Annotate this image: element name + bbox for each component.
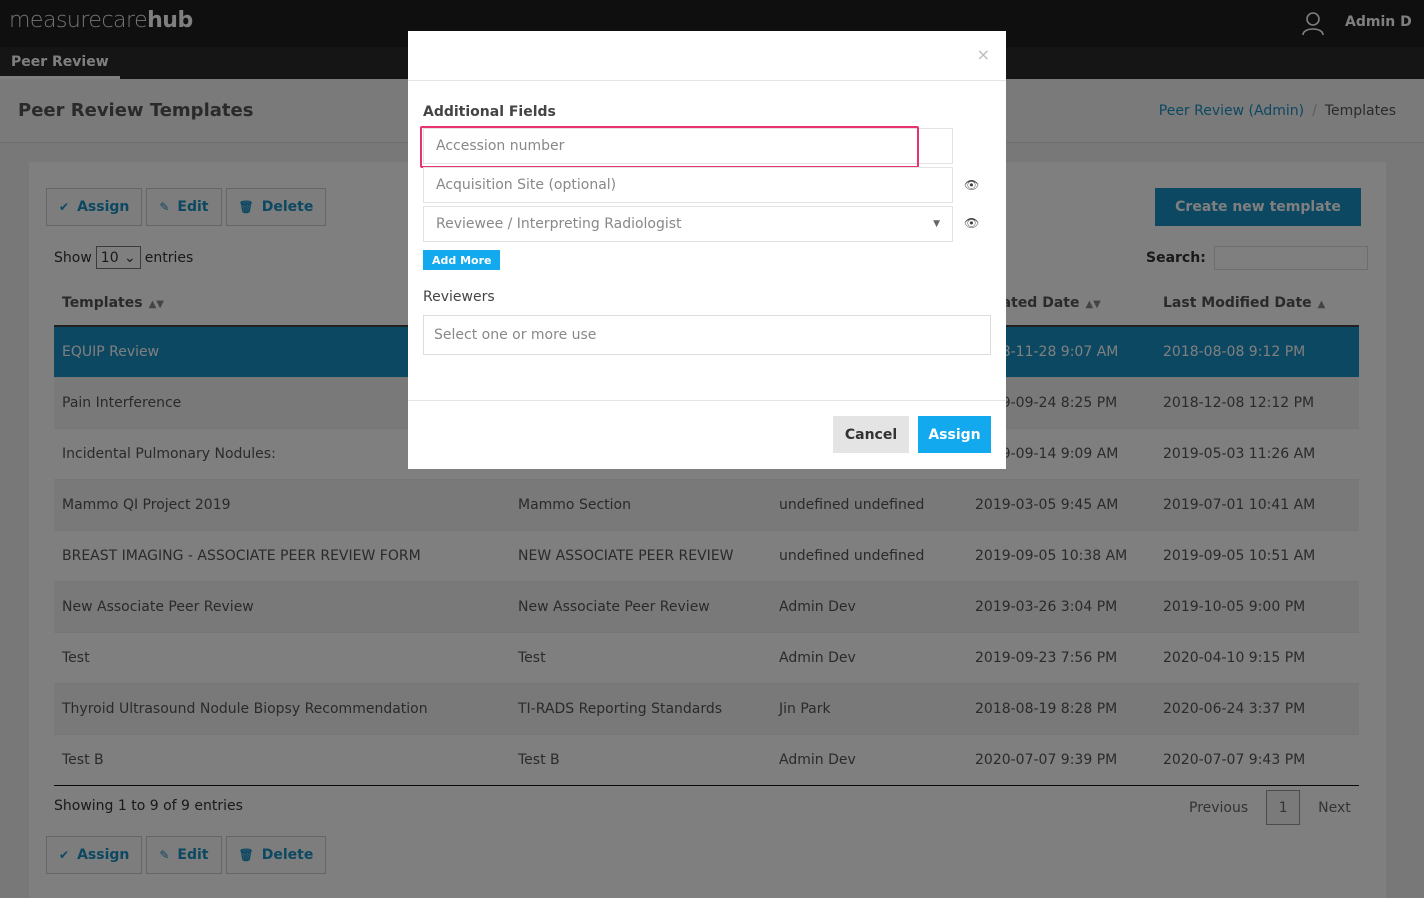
caret-down-icon: ▼ xyxy=(933,219,940,229)
additional-fields-label: Additional Fields xyxy=(423,104,556,120)
acquisition-site-field[interactable]: Acquisition Site (optional) xyxy=(423,167,953,203)
reviewers-input[interactable]: Select one or more use xyxy=(423,315,991,355)
eye-slash-icon[interactable]: 👁︎ xyxy=(964,216,979,230)
modal-assign-button[interactable]: Assign xyxy=(918,416,991,453)
modal-footer-divider xyxy=(408,400,1006,401)
add-more-button[interactable]: Add More xyxy=(423,250,501,270)
assign-modal: × Additional Fields Accession number Acq… xyxy=(408,31,1006,469)
eye-slash-icon[interactable]: 👁︎ xyxy=(964,178,979,192)
close-icon[interactable]: × xyxy=(977,45,990,64)
cancel-button[interactable]: Cancel xyxy=(833,416,909,453)
reviewers-label: Reviewers xyxy=(423,289,495,305)
modal-header xyxy=(408,31,1006,81)
reviewee-select[interactable]: Reviewee / Interpreting Radiologist ▼ xyxy=(423,206,953,242)
highlight-box xyxy=(420,126,919,168)
